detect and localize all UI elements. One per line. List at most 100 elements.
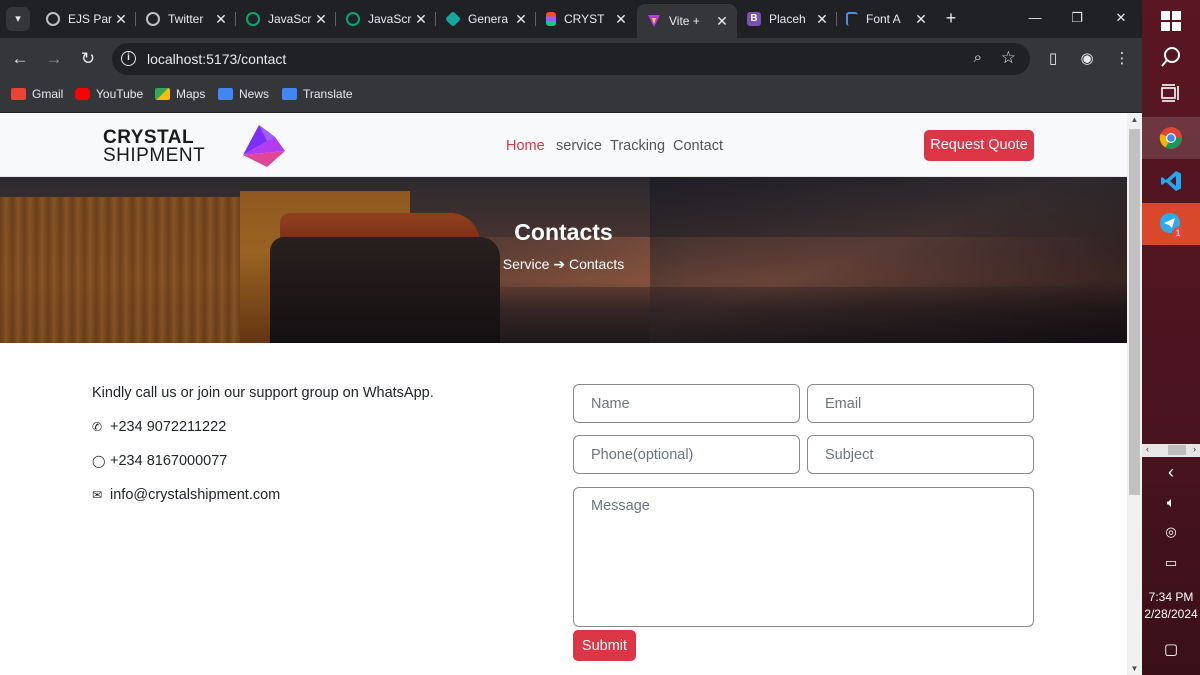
bookmark-label: News bbox=[239, 87, 270, 101]
tab-label: JavaScr bbox=[268, 12, 312, 26]
tab-strip: ▾ EJS Par ✕ Twitter ✕ JavaScr ✕ JavaScr … bbox=[0, 0, 1142, 38]
windows-taskbar: 1 ‹ › ‹ 🔈︎ ◎ ▭ 7:34 PM 2/28/2024 ▢ bbox=[1142, 0, 1200, 675]
address-url[interactable]: localhost:5173/contact bbox=[147, 51, 286, 67]
notifications-icon[interactable]: ▢ bbox=[1142, 640, 1200, 658]
scroll-down-icon[interactable]: ▼ bbox=[1127, 664, 1142, 673]
close-tab-icon[interactable]: ✕ bbox=[112, 11, 130, 28]
breadcrumb-service-link[interactable]: Service bbox=[503, 256, 550, 272]
tab-figma[interactable]: CRYST ✕ bbox=[536, 6, 636, 32]
tray-left-arrow-icon[interactable]: ‹ bbox=[1146, 444, 1149, 454]
clock-date[interactable]: 2/28/2024 bbox=[1142, 607, 1200, 621]
taskbar-telegram[interactable]: 1 bbox=[1142, 203, 1200, 245]
bookmark-star-icon[interactable]: ☆ bbox=[1001, 48, 1016, 68]
tray-scroller[interactable]: ‹ › bbox=[1142, 444, 1200, 457]
message-textarea[interactable] bbox=[573, 487, 1034, 627]
tab-twitter[interactable]: Twitter ✕ bbox=[136, 6, 236, 32]
gmail-icon bbox=[11, 88, 26, 100]
submit-button[interactable]: Submit bbox=[573, 630, 636, 661]
menu-kebab-icon[interactable]: ⋮ bbox=[1111, 48, 1133, 70]
close-tab-icon[interactable]: ✕ bbox=[813, 11, 831, 28]
tab-ejs[interactable]: EJS Par ✕ bbox=[36, 6, 136, 32]
tab-label: Placeh bbox=[769, 12, 806, 26]
bookmark-label: Maps bbox=[176, 87, 206, 101]
restore-icon[interactable]: ❐ bbox=[1067, 8, 1087, 28]
request-quote-button[interactable]: Request Quote bbox=[924, 130, 1034, 161]
tray-scroll-thumb[interactable] bbox=[1168, 445, 1186, 455]
bootstrap-icon: B bbox=[747, 12, 761, 26]
close-tab-icon[interactable]: ✕ bbox=[713, 13, 731, 30]
address-bar[interactable]: i localhost:5173/contact ⌕ ☆ bbox=[112, 43, 1030, 75]
side-panel-icon[interactable]: ▯ bbox=[1042, 48, 1064, 70]
tab-label: JavaScr bbox=[368, 12, 412, 26]
name-input[interactable] bbox=[573, 384, 800, 423]
youtube-icon bbox=[75, 88, 90, 100]
scrollbar-thumb[interactable] bbox=[1129, 129, 1140, 495]
nav-contact-link[interactable]: Contact bbox=[673, 138, 723, 154]
contact-intro: Kindly call us or join our support group… bbox=[92, 385, 434, 401]
tab-font-awesome[interactable]: Font A ✕ bbox=[836, 6, 936, 32]
clock-time[interactable]: 7:34 PM bbox=[1142, 590, 1200, 604]
chevron-left-icon[interactable]: ‹ bbox=[1142, 462, 1200, 483]
network-icon[interactable]: ◎ bbox=[1142, 524, 1200, 540]
whatsapp-number[interactable]: +234 8167000077 bbox=[110, 453, 227, 469]
close-tab-icon[interactable]: ✕ bbox=[512, 11, 530, 28]
tab-vite-active[interactable]: Vite + ✕ bbox=[637, 4, 737, 38]
back-arrow-icon[interactable]: ← bbox=[9, 48, 31, 70]
close-tab-icon[interactable]: ✕ bbox=[312, 11, 330, 28]
breadcrumb-current: Contacts bbox=[568, 256, 625, 272]
taskbar-chrome[interactable] bbox=[1142, 117, 1200, 159]
close-window-icon[interactable]: ✕ bbox=[1111, 8, 1131, 28]
bookmark-youtube[interactable]: YouTube bbox=[75, 87, 143, 101]
vite-icon bbox=[648, 15, 660, 27]
close-tab-icon[interactable]: ✕ bbox=[612, 11, 630, 28]
tab-placeholder[interactable]: B Placeh ✕ bbox=[737, 6, 837, 32]
tray-right-arrow-icon[interactable]: › bbox=[1193, 444, 1196, 454]
site-info-icon[interactable]: i bbox=[121, 51, 136, 66]
taskbar-vscode[interactable] bbox=[1142, 160, 1200, 202]
battery-icon[interactable]: ▭ bbox=[1142, 555, 1200, 571]
phone-input[interactable] bbox=[573, 435, 800, 474]
nav-service-link[interactable]: service bbox=[556, 138, 602, 154]
site-logo[interactable]: CRYSTAL SHIPMENT bbox=[103, 125, 293, 167]
phone-number[interactable]: +234 9072211222 bbox=[110, 419, 226, 435]
email-input[interactable] bbox=[807, 384, 1034, 423]
minimize-icon[interactable]: — bbox=[1025, 8, 1045, 28]
task-view-button[interactable] bbox=[1142, 72, 1200, 114]
volume-icon[interactable]: 🔈︎ bbox=[1142, 494, 1200, 511]
tab-search-dropdown[interactable]: ▾ bbox=[6, 7, 30, 31]
envelope-icon: ✉ bbox=[92, 488, 103, 502]
bookmark-label: YouTube bbox=[96, 87, 144, 101]
news-icon bbox=[218, 88, 233, 100]
email-line: ✉ info@crystalshipment.com bbox=[92, 487, 280, 503]
tab-javascript-2[interactable]: JavaScr ✕ bbox=[336, 6, 436, 32]
subject-input[interactable] bbox=[807, 435, 1034, 474]
page-scrollbar[interactable]: ▲ ▼ bbox=[1127, 113, 1142, 675]
logo-text-line2: SHIPMENT bbox=[103, 145, 206, 166]
w3schools-icon bbox=[346, 12, 360, 26]
reload-icon[interactable]: ↻ bbox=[77, 48, 99, 70]
nav-tracking-link[interactable]: Tracking bbox=[610, 138, 665, 154]
profile-avatar-icon[interactable]: ◉ bbox=[1076, 48, 1098, 70]
scroll-up-icon[interactable]: ▲ bbox=[1127, 115, 1142, 124]
tab-label: EJS Par bbox=[68, 12, 112, 26]
nav-home-link[interactable]: Home bbox=[506, 138, 545, 154]
bookmark-maps[interactable]: Maps bbox=[155, 87, 205, 101]
notification-badge: 1 bbox=[1172, 227, 1184, 239]
hero-banner: Contacts Service ➔ Contacts bbox=[0, 177, 1127, 343]
forward-arrow-icon[interactable]: → bbox=[43, 48, 65, 70]
tab-generator[interactable]: Genera ✕ bbox=[436, 6, 536, 32]
zoom-icon[interactable]: ⌕ bbox=[974, 49, 982, 66]
bookmark-news[interactable]: News bbox=[218, 87, 269, 101]
globe-icon bbox=[146, 12, 160, 26]
new-tab-button[interactable]: + bbox=[940, 8, 962, 30]
close-tab-icon[interactable]: ✕ bbox=[212, 11, 230, 28]
close-tab-icon[interactable]: ✕ bbox=[912, 11, 930, 28]
tab-javascript-1[interactable]: JavaScr ✕ bbox=[236, 6, 336, 32]
email-address[interactable]: info@crystalshipment.com bbox=[110, 487, 280, 503]
bookmark-gmail[interactable]: Gmail bbox=[11, 87, 63, 101]
arrow-right-icon: ➔ bbox=[553, 256, 566, 272]
globe-icon bbox=[46, 12, 60, 26]
close-tab-icon[interactable]: ✕ bbox=[412, 11, 430, 28]
bookmark-translate[interactable]: Translate bbox=[282, 87, 353, 101]
maps-icon bbox=[155, 88, 170, 100]
